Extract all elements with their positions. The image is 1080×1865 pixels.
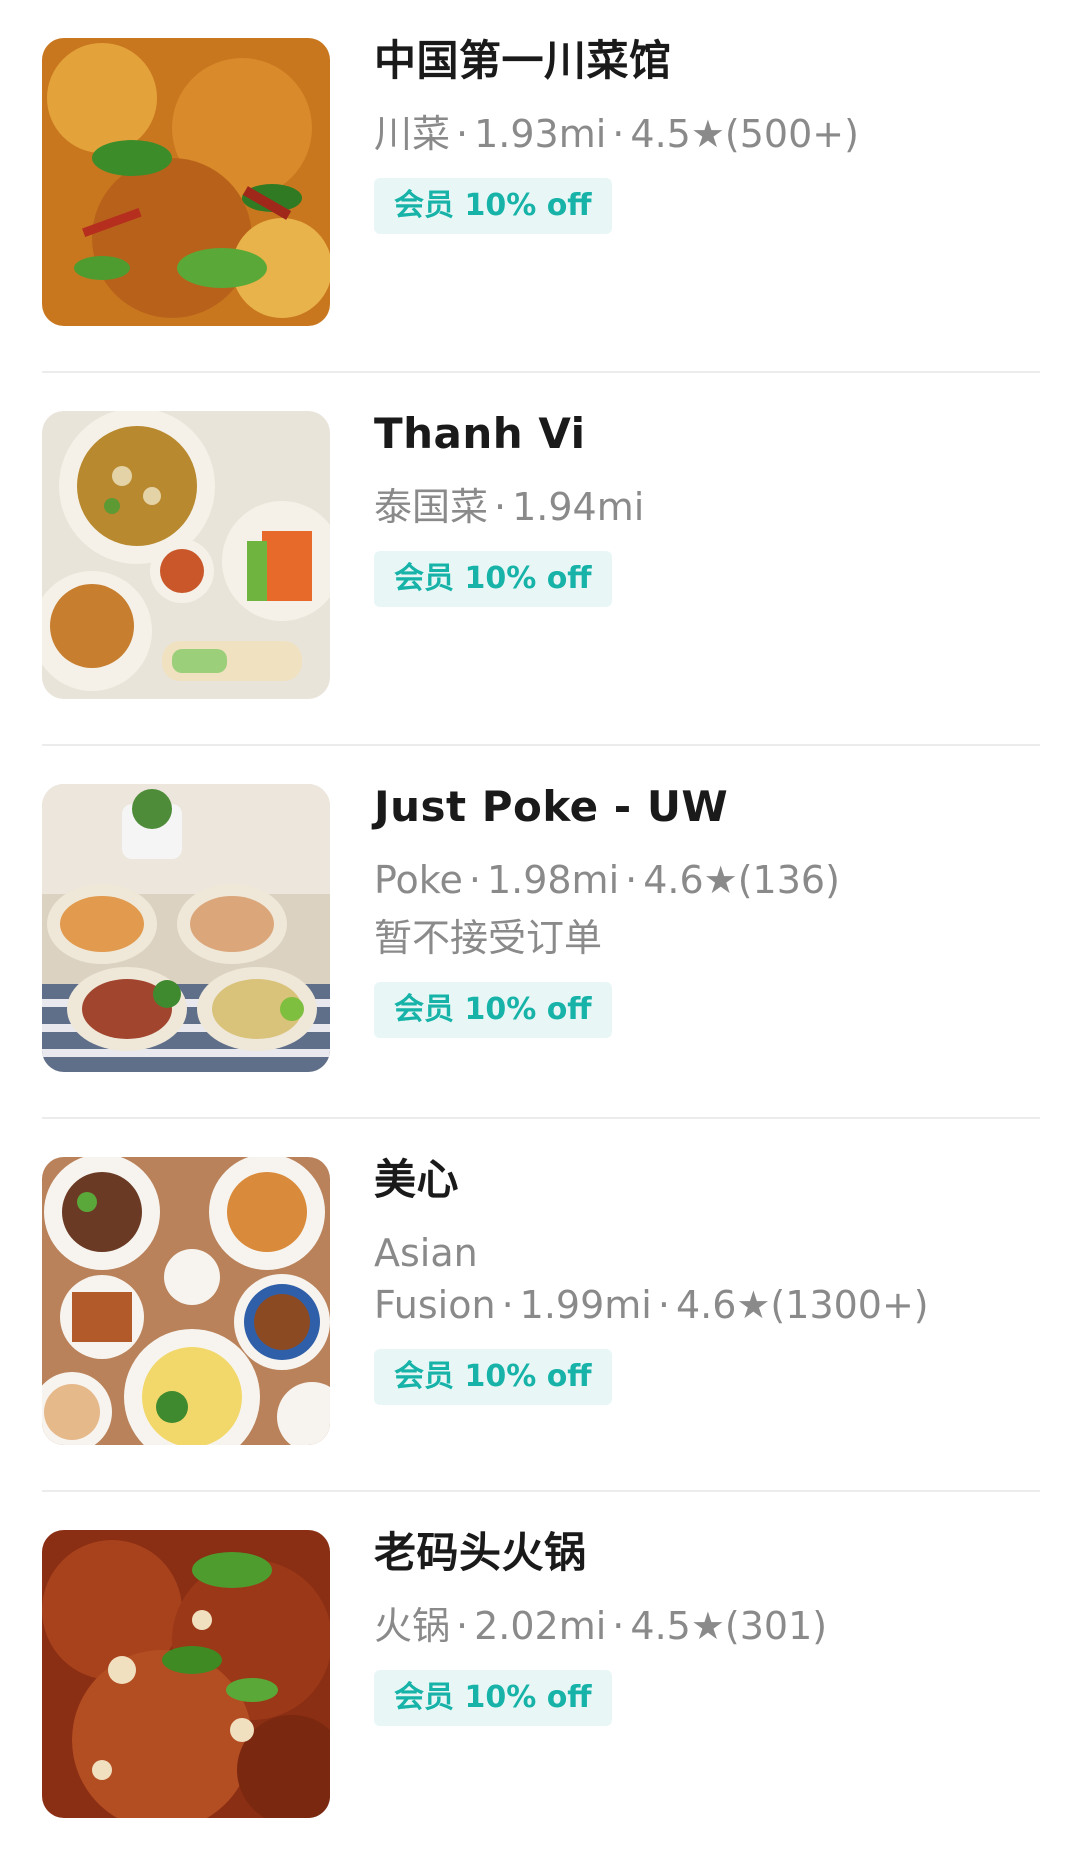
distance-label: 1.93mi xyxy=(474,112,607,156)
rating-label: 4.6★(1300+) xyxy=(675,1283,929,1327)
member-discount-badge: 会员 10% off xyxy=(374,982,612,1038)
meta-separator: · xyxy=(501,1283,514,1327)
rating-label: 4.6★(136) xyxy=(643,858,840,902)
meta-separator: · xyxy=(468,858,481,902)
member-discount-badge: 会员 10% off xyxy=(374,1670,612,1726)
restaurant-item-5[interactable]: 老码头火锅 火锅 · 2.02mi · 4.5★(301) 会员 10% off xyxy=(0,1492,1080,1865)
meta-separator: · xyxy=(494,485,507,529)
restaurant-meta: 泰国菜 · 1.94mi xyxy=(374,481,934,533)
distance-label: 1.98mi xyxy=(486,858,620,902)
member-discount-badge: 会员 10% off xyxy=(374,1349,612,1405)
restaurant-item-3[interactable]: Just Poke - UW Poke · 1.98mi · 4.6★(136) 暂不接… xyxy=(0,746,1080,1119)
restaurant-meta: Asian Fusion · 1.99mi · 4.6★(1300+) xyxy=(374,1227,934,1331)
restaurant-photo[interactable] xyxy=(42,784,330,1072)
member-discount-badge: 会员 10% off xyxy=(374,551,612,607)
restaurant-item-1[interactable]: 中国第一川菜馆 川菜 · 1.93mi · 4.5★(500+) 会员 10% off xyxy=(0,0,1080,373)
meta-separator: · xyxy=(456,1604,469,1648)
restaurant-item-4[interactable]: 美心 Asian Fusion · 1.99mi · 4.6★(1300+) 会员 10… xyxy=(0,1119,1080,1492)
restaurant-meta: 川菜 · 1.93mi · 4.5★(500+) xyxy=(374,108,934,160)
distance-label: 2.02mi xyxy=(474,1604,607,1648)
rating-label: 4.5★(301) xyxy=(630,1604,828,1648)
distance-label: 1.94mi xyxy=(512,485,645,529)
cuisine-label: Asian Fusion xyxy=(374,1231,496,1327)
restaurant-name: 美心 xyxy=(374,1155,460,1204)
restaurant-photo[interactable] xyxy=(42,38,330,326)
restaurant-list: 中国第一川菜馆 川菜 · 1.93mi · 4.5★(500+) 会员 10% off xyxy=(0,0,1080,1818)
order-status-text: 暂不接受订单 xyxy=(374,916,603,960)
restaurant-photo[interactable] xyxy=(42,411,330,699)
cuisine-label: 川菜 xyxy=(374,112,451,156)
meta-separator: · xyxy=(612,112,625,156)
meta-separator: · xyxy=(625,858,638,902)
rating-label: 4.5★(500+) xyxy=(630,112,859,156)
cuisine-label: 火锅 xyxy=(374,1604,451,1648)
restaurant-meta: 火锅 · 2.02mi · 4.5★(301) xyxy=(374,1600,934,1652)
restaurant-name: 老码头火锅 xyxy=(374,1528,587,1577)
restaurant-name: Thanh Vi xyxy=(374,409,586,458)
meta-separator: · xyxy=(456,112,469,156)
restaurant-name: 中国第一川菜馆 xyxy=(374,36,672,85)
meta-separator: · xyxy=(612,1604,625,1648)
member-discount-badge: 会员 10% off xyxy=(374,178,612,234)
restaurant-photo[interactable] xyxy=(42,1157,330,1445)
restaurant-name: Just Poke - UW xyxy=(374,782,729,831)
restaurant-item-2[interactable]: Thanh Vi 泰国菜 · 1.94mi 会员 10% off xyxy=(0,373,1080,746)
meta-separator: · xyxy=(657,1283,670,1327)
restaurant-meta: Poke · 1.98mi · 4.6★(136) xyxy=(374,854,934,906)
distance-label: 1.99mi xyxy=(519,1283,652,1327)
cuisine-label: 泰国菜 xyxy=(374,485,489,529)
restaurant-photo[interactable] xyxy=(42,1530,330,1818)
cuisine-label: Poke xyxy=(374,858,463,902)
